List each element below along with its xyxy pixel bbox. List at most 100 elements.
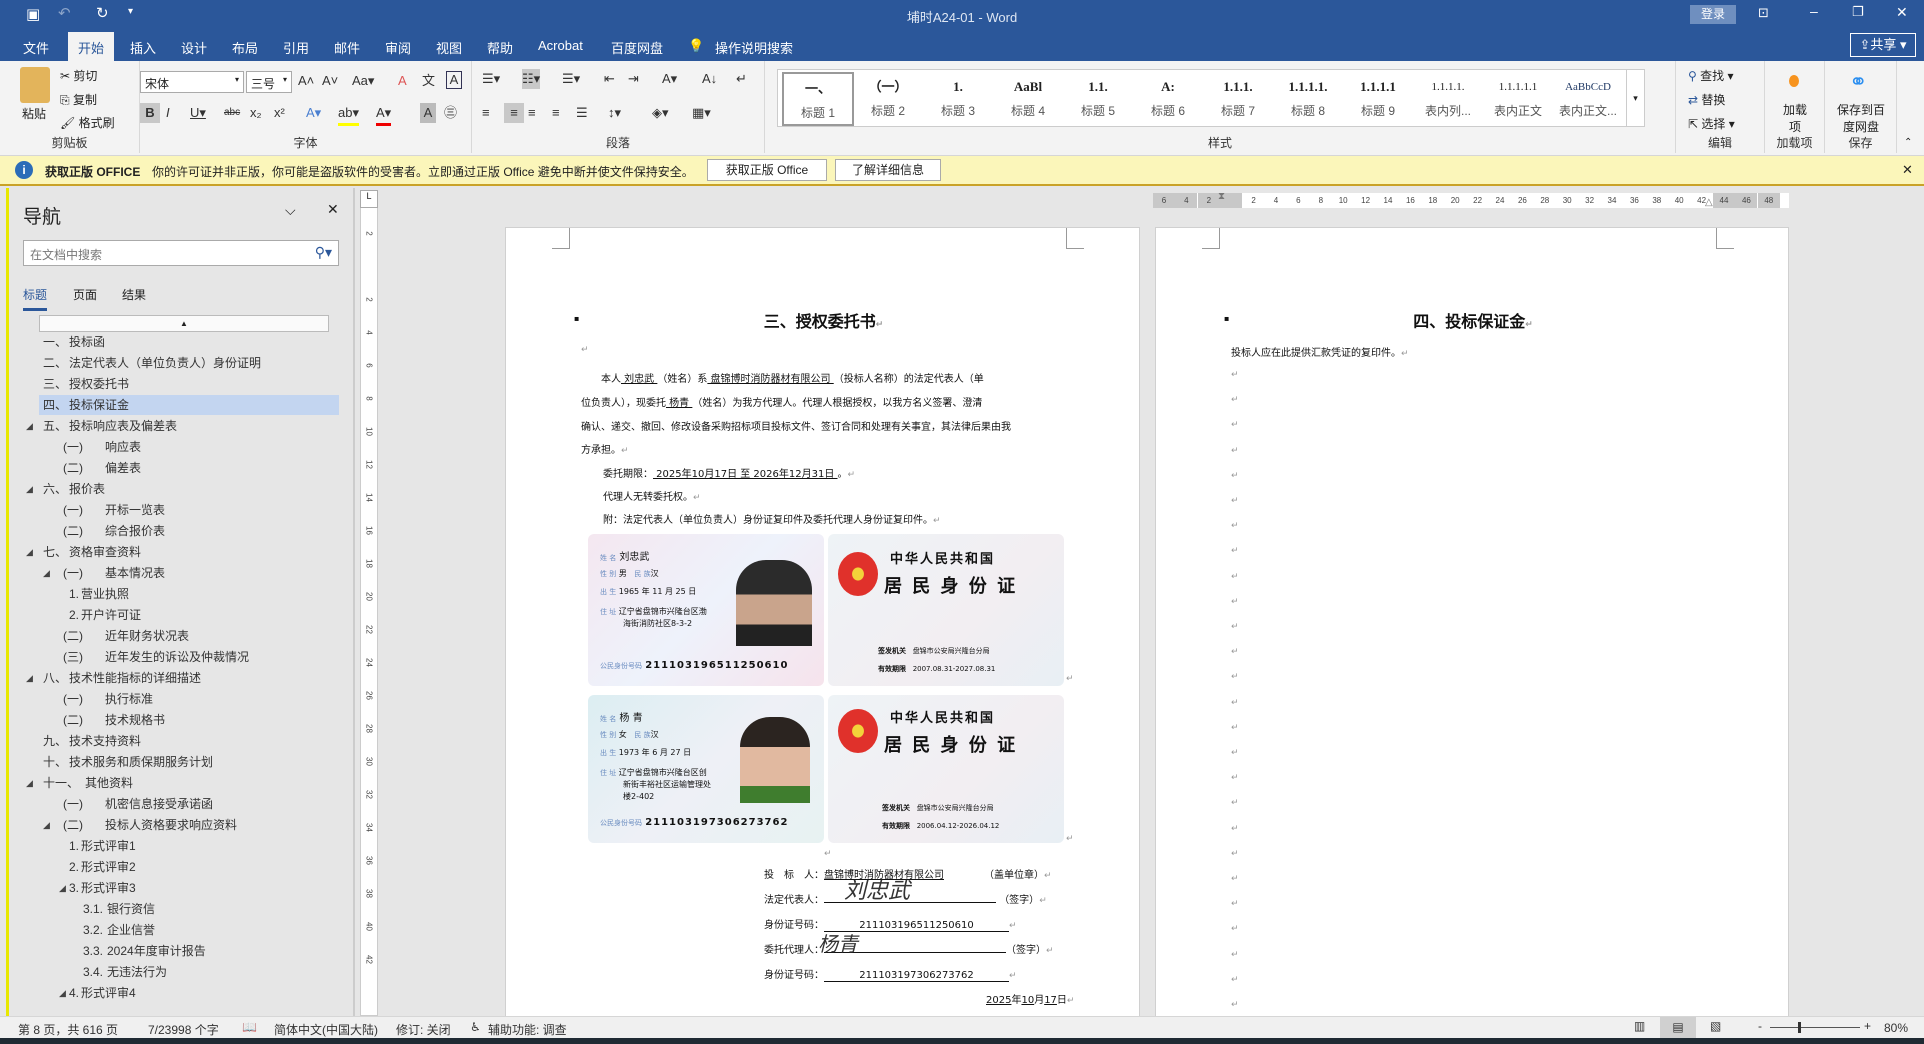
decrease-indent-icon[interactable]: ⇤ xyxy=(604,69,615,89)
tab-references[interactable]: 引用 xyxy=(283,36,309,59)
nav-item[interactable]: ◢ 4. 形式评审4 xyxy=(15,983,355,1003)
tab-mailings[interactable]: 邮件 xyxy=(334,36,360,59)
nav-item[interactable]: 三、 授权委托书 xyxy=(15,374,355,394)
nav-item[interactable]: 3.2. 企业信誉 xyxy=(15,920,355,940)
align-left-icon[interactable]: ≡ xyxy=(482,103,490,123)
increase-indent-icon[interactable]: ⇥ xyxy=(628,69,639,89)
first-line-indent-marker[interactable]: ⧗ xyxy=(1218,191,1225,202)
tab-acrobat[interactable]: Acrobat xyxy=(538,36,583,55)
read-mode-icon[interactable]: ▥ xyxy=(1634,1019,1645,1033)
scroll-to-top-button[interactable]: ▲ xyxy=(39,315,329,332)
copy-button[interactable]: ⎘ 复制 xyxy=(60,91,97,108)
line-spacing-icon[interactable]: ↕▾ xyxy=(608,103,621,123)
char-shading-icon[interactable]: A xyxy=(420,103,436,123)
nav-item[interactable]: ◢ 八、 技术性能指标的详细描述 xyxy=(15,668,355,688)
style-6[interactable]: A: 标题 6 xyxy=(1132,72,1204,126)
zoom-level[interactable]: 80% xyxy=(1884,1021,1908,1035)
nav-tab-headings[interactable]: 标题 xyxy=(23,286,48,311)
search-icon[interactable]: ⚲▾ xyxy=(315,244,332,261)
close-infobar-icon[interactable]: ✕ xyxy=(1902,162,1913,178)
nav-item[interactable]: 九、 技术支持资料 xyxy=(15,731,355,751)
italic-icon[interactable]: I xyxy=(166,103,170,123)
minimize-icon[interactable]: – xyxy=(1810,3,1818,19)
tab-baidu[interactable]: 百度网盘 xyxy=(611,36,663,59)
zoom-out-button[interactable]: - xyxy=(1758,1019,1762,1033)
ribbon-display-icon[interactable]: ⊡ xyxy=(1758,5,1769,21)
tab-selector[interactable]: L xyxy=(360,190,378,208)
page-count[interactable]: 第 8 页，共 616 页 xyxy=(18,1021,118,1038)
expand-triangle-icon[interactable]: ◢ xyxy=(26,542,33,562)
nav-item[interactable]: (二) 技术规格书 xyxy=(15,710,355,730)
proofing-icon[interactable]: 📖 xyxy=(242,1020,257,1034)
tell-me-search[interactable]: 操作说明搜索 xyxy=(715,36,793,59)
nav-item[interactable]: 3.1. 银行资信 xyxy=(15,899,355,919)
nav-item[interactable]: (二) 近年财务状况表 xyxy=(15,626,355,646)
nav-item[interactable]: ◢ 七、 资格审查资料 xyxy=(15,542,355,562)
nav-item[interactable]: 十、 技术服务和质保期服务计划 xyxy=(15,752,355,772)
nav-item[interactable]: 3.3. 2024年度审计报告 xyxy=(15,941,355,961)
nav-item[interactable]: (二) 综合报价表 xyxy=(15,521,355,541)
phonetic-guide-icon[interactable]: 文 xyxy=(422,71,435,91)
word-count[interactable]: 7/23998 个字 xyxy=(148,1021,219,1038)
nav-item[interactable]: 四、 投标保证金 xyxy=(39,395,339,415)
zoom-slider-thumb[interactable] xyxy=(1798,1022,1801,1033)
nav-item[interactable]: (三) 近年发生的诉讼及仲裁情况 xyxy=(15,647,355,667)
font-name-select[interactable]: 宋体 ▾ xyxy=(140,71,244,93)
clear-format-icon[interactable]: A xyxy=(398,71,407,91)
nav-item[interactable]: ◢ 3. 形式评审3 xyxy=(15,878,355,898)
language[interactable]: 简体中文(中国大陆) xyxy=(274,1021,378,1038)
nav-search-input[interactable]: 在文档中搜索 ⚲▾ xyxy=(23,240,339,266)
enclose-char-icon[interactable]: ㊂ xyxy=(444,103,457,123)
nav-item[interactable]: (一) 机密信息接受承诺函 xyxy=(15,794,355,814)
nav-item[interactable]: 3.4. 无违法行为 xyxy=(15,962,355,982)
highlight-icon[interactable]: ab▾ xyxy=(338,103,359,126)
style-9[interactable]: 1.1.1.1 标题 9 xyxy=(1342,72,1414,126)
align-center-icon[interactable]: ≡ xyxy=(504,103,524,123)
zoom-slider[interactable] xyxy=(1770,1027,1860,1028)
style-7[interactable]: 1.1.1. 标题 7 xyxy=(1202,72,1274,126)
tab-insert[interactable]: 插入 xyxy=(130,36,156,59)
nav-item[interactable]: 2. 形式评审2 xyxy=(15,857,355,877)
grow-font-icon[interactable]: A˄ xyxy=(298,71,314,91)
restore-icon[interactable]: ❐ xyxy=(1852,4,1864,20)
strikethrough-icon[interactable]: abc xyxy=(224,103,240,123)
numbering-icon[interactable]: ☷▾ xyxy=(522,69,541,89)
justify-icon[interactable]: ≡ xyxy=(552,103,560,123)
select-button[interactable]: ⇱ 选择 ▾ xyxy=(1688,115,1735,132)
nav-item[interactable]: 一、 投标函 xyxy=(15,332,355,352)
login-button[interactable]: 登录 xyxy=(1690,5,1736,24)
shading-icon[interactable]: ◈▾ xyxy=(652,103,669,123)
bullets-icon[interactable]: ☰▾ xyxy=(482,69,500,89)
subscript-icon[interactable]: x₂ xyxy=(250,103,262,123)
vertical-ruler[interactable]: 4224681012141618202224262830323436384042 xyxy=(360,190,378,1016)
paste-button[interactable]: 粘贴 xyxy=(22,105,46,122)
expand-triangle-icon[interactable]: ◢ xyxy=(26,773,33,793)
sort-icon[interactable]: A↓ xyxy=(702,69,717,89)
style-1[interactable]: 一、 标题 1 xyxy=(782,72,854,126)
web-layout-icon[interactable]: ▧ xyxy=(1710,1019,1721,1033)
nav-item[interactable]: ◢ (二) 投标人资格要求响应资料 xyxy=(15,815,355,835)
tab-file[interactable]: 文件 xyxy=(23,36,49,59)
font-size-select[interactable]: 三号 ▾ xyxy=(246,71,292,93)
expand-triangle-icon[interactable]: ◢ xyxy=(59,878,66,898)
share-button[interactable]: ⇪共享 ▾ xyxy=(1850,33,1916,57)
text-direction-icon[interactable]: A▾ xyxy=(662,69,677,89)
character-border-icon[interactable]: A xyxy=(446,71,462,89)
track-changes-status[interactable]: 修订: 关闭 xyxy=(396,1021,451,1038)
collapse-ribbon-icon[interactable]: ⌃ xyxy=(1904,137,1912,148)
style-5[interactable]: 1.1. 标题 5 xyxy=(1062,72,1134,126)
nav-tab-results[interactable]: 结果 xyxy=(122,286,146,303)
distributed-icon[interactable]: ☰ xyxy=(576,103,588,123)
multilevel-list-icon[interactable]: ☰▾ xyxy=(562,69,580,89)
style-11[interactable]: 1.1.1.1.1 表内正文 xyxy=(1482,72,1554,126)
replace-button[interactable]: ⇄ 替换 xyxy=(1688,91,1725,108)
style-10[interactable]: 1.1.1.1. 表内列... xyxy=(1412,72,1484,126)
nav-item[interactable]: (一) 执行标准 xyxy=(15,689,355,709)
align-right-icon[interactable]: ≡ xyxy=(528,103,536,123)
nav-item[interactable]: (一) 开标一览表 xyxy=(15,500,355,520)
style-8[interactable]: 1.1.1.1. 标题 8 xyxy=(1272,72,1344,126)
nav-tab-pages[interactable]: 页面 xyxy=(73,286,97,303)
nav-item[interactable]: ◢ 六、 报价表 xyxy=(15,479,355,499)
borders-icon[interactable]: ▦▾ xyxy=(692,103,711,123)
change-case-icon[interactable]: Aa▾ xyxy=(352,71,374,91)
